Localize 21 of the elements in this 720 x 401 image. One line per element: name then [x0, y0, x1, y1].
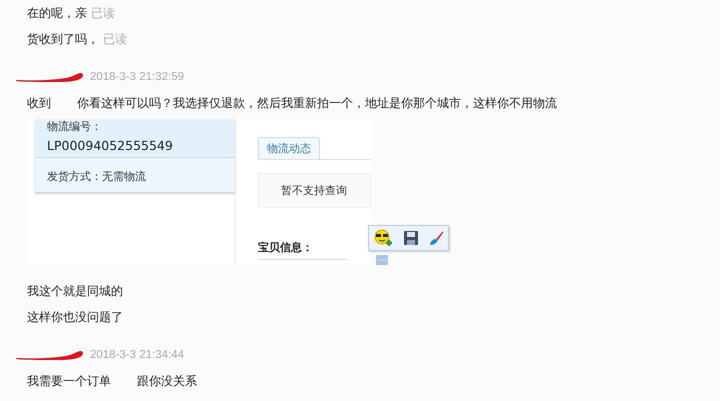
message-text: 跟你没关系 — [137, 372, 197, 390]
message-text: 我需要一个订单 — [27, 372, 111, 390]
read-status: 已读 — [103, 30, 127, 48]
read-status: 已读 — [91, 4, 115, 22]
tracking-label: 物流编号： — [47, 119, 103, 134]
tracking-status: 暂不支持查询 — [281, 183, 347, 198]
save-icon[interactable] — [402, 230, 418, 246]
tracking-tab[interactable]: 物流动态 — [258, 137, 320, 159]
message-text: 收到 — [27, 94, 51, 112]
timestamp: 2018-3-3 21:34:44 — [90, 349, 184, 361]
emoji-icon[interactable] — [374, 229, 394, 247]
message-text: 我这个就是同城的 — [27, 282, 123, 300]
message-text: 你看这样可以吗？我选择仅退款，然后我重新拍一个，地址是你那个城市，这样你不用物流 — [77, 94, 557, 112]
message-text: 这样你也没问题了 — [27, 308, 123, 326]
message-text: 货收到了吗， — [27, 30, 99, 48]
tracking-number: LP00094052555549 — [47, 138, 174, 153]
section-title: 宝贝信息： — [258, 240, 348, 260]
shipping-method: 发货方式：无需物流 — [47, 170, 146, 183]
message-text: 在的呢，亲 — [27, 4, 87, 22]
timestamp: 2018-3-3 21:32:59 — [90, 71, 184, 83]
brush-icon[interactable] — [428, 230, 444, 246]
